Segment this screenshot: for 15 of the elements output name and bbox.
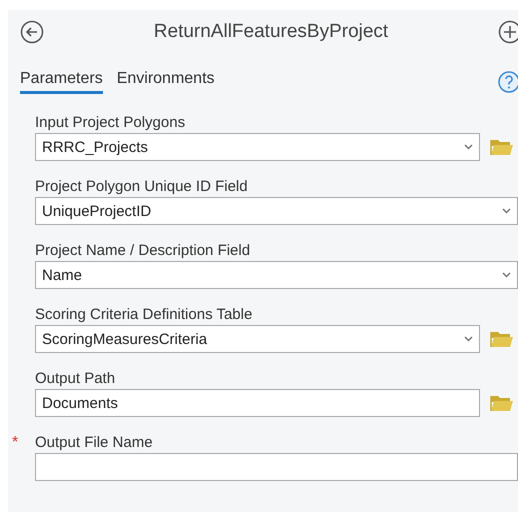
dropdown-field[interactable]: UniqueProjectID [35,197,518,225]
parameter-label: Output Path [35,369,116,389]
required-mark: * [12,434,18,452]
parameter-label: Project Name / Description Field [35,241,252,261]
tab[interactable]: Environments [116,70,215,94]
parameter-label: Project Polygon Unique ID Field [35,177,249,197]
parameter-label: Scoring Criteria Definitions Table [35,305,254,325]
dropdown-field[interactable]: ScoringMeasuresCriteria [35,325,480,353]
parameter-label: Output File Name [35,433,154,453]
tool-title: ReturnAllFeaturesByProject [152,21,390,43]
dropdown-field[interactable]: RRRC_Projects [35,133,480,161]
input-field[interactable]: Documents [35,389,480,417]
tab[interactable]: Parameters [20,70,103,94]
parameter-label: Input Project Polygons [35,113,186,133]
dropdown-field[interactable]: Name [35,261,518,289]
